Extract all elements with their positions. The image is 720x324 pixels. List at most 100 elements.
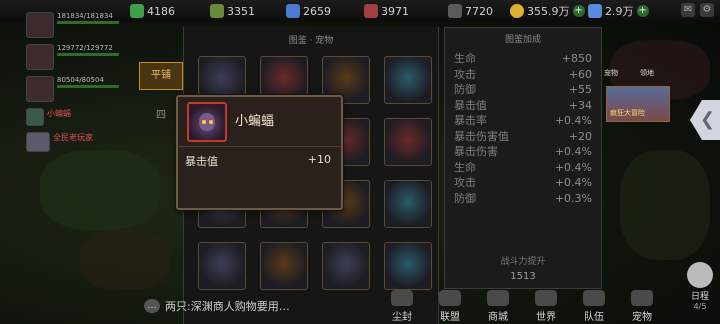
resource-food[interactable]: 7720 xyxy=(448,3,493,19)
member-name: 小蝙蝠 xyxy=(47,109,71,118)
team-icon xyxy=(583,290,605,306)
bonus-value: +0.3% xyxy=(554,191,592,205)
event-banner-label: 疯狂大冒险 xyxy=(610,109,645,117)
member-hp-text: 80504/80504 xyxy=(57,76,104,84)
bonus-row: 防御 +55 xyxy=(445,82,601,98)
bonus-row: 攻击 +60 xyxy=(445,67,601,83)
bonus-label: 防御 xyxy=(454,191,476,205)
resource-value: 355.9万 xyxy=(527,5,570,18)
power-value: 1513 xyxy=(510,271,536,282)
side-label-pet[interactable]: 宠物 xyxy=(604,68,618,78)
bonus-row: 暴击率 +0.4% xyxy=(445,113,601,129)
avatar xyxy=(26,76,54,102)
mail-icon[interactable]: ✉ xyxy=(681,3,695,17)
daily-schedule[interactable]: 日程 4/5 xyxy=(684,262,716,314)
bonus-label: 攻击 xyxy=(454,176,476,189)
resource-crystal[interactable]: 2659 xyxy=(286,3,331,19)
member-hp-text: 181834/181834 xyxy=(57,12,113,20)
member-name: 全民老玩家 xyxy=(53,133,93,142)
bonus-row: 暴击伤害值 +20 xyxy=(445,129,601,145)
team-member[interactable]: 129772/129772 xyxy=(26,44,126,70)
chat-bar[interactable]: … 两只:深渊商人购物要用… xyxy=(144,298,290,314)
nav-label: 联盟 xyxy=(440,312,460,323)
resource-gold[interactable]: 355.9万 + xyxy=(510,3,585,19)
nav-alliance[interactable]: 联盟 xyxy=(428,290,472,324)
resource-wood[interactable]: 3351 xyxy=(210,3,255,19)
resource-value: 3351 xyxy=(227,4,255,18)
bonus-label: 暴击值 xyxy=(454,98,487,112)
alliance-icon xyxy=(439,290,461,306)
resource-diamond[interactable]: 2.9万 + xyxy=(588,3,649,19)
tooltip-pet-name: 小蝙蝠 xyxy=(235,114,275,129)
pet-slot[interactable] xyxy=(384,242,432,290)
team-list: 181834/181834 129772/129772 80504/80504 … xyxy=(26,12,126,158)
diamond-icon xyxy=(588,4,602,18)
nav-pet[interactable]: 宠物 xyxy=(620,290,664,324)
settings-icon[interactable]: ⚙ xyxy=(700,3,714,17)
bonus-label: 攻击 xyxy=(454,67,476,81)
gold-coin-icon xyxy=(510,4,524,18)
tooltip-stat-label: 暴击值 xyxy=(185,155,218,168)
pet-slot[interactable] xyxy=(322,242,370,290)
bonus-row: 防御 +0.3% xyxy=(445,191,601,207)
schedule-progress: 4/5 xyxy=(693,302,707,311)
avatar xyxy=(26,44,54,70)
bonus-row: 暴击伤害 +0.4% xyxy=(445,144,601,160)
pet-tooltip: 小蝙蝠 暴击值 +10 xyxy=(176,95,343,210)
member-info: 129772/129772 xyxy=(57,44,119,56)
bonus-row: 生命 +0.4% xyxy=(445,160,601,176)
pet-slot[interactable] xyxy=(260,242,308,290)
pet-slot[interactable] xyxy=(198,242,246,290)
food-icon xyxy=(448,4,462,18)
ore-icon xyxy=(364,4,378,18)
bonus-label: 暴击伤害 xyxy=(454,145,498,158)
resource-value: 4186 xyxy=(147,4,175,18)
avatar xyxy=(26,12,54,38)
side-label-territory[interactable]: 领地 xyxy=(640,68,654,78)
team-member[interactable]: 小蝙蝠 xyxy=(26,108,126,126)
add-gold-button[interactable]: + xyxy=(572,5,585,17)
resource-gem[interactable]: 4186 xyxy=(130,3,175,19)
shop-icon xyxy=(487,290,509,306)
bonus-title: 图鉴加成 xyxy=(504,35,541,45)
panel-title: 图鉴 · 宠物 xyxy=(288,36,334,46)
pet-slot[interactable] xyxy=(384,180,432,228)
team-member[interactable]: 全民老玩家 xyxy=(26,132,126,152)
gem-icon xyxy=(130,4,144,18)
sealed-icon xyxy=(391,290,413,306)
bonus-label: 生命 xyxy=(454,52,476,65)
chat-message: 两只:深渊商人购物要用… xyxy=(165,300,290,313)
top-right-icons: ✉ ⚙ xyxy=(681,3,714,17)
bonus-value: +0.4% xyxy=(554,114,592,127)
bonus-value: +20 xyxy=(568,129,592,143)
nav-team[interactable]: 队伍 xyxy=(572,290,616,324)
bonus-value: +34 xyxy=(568,98,592,112)
power-boost: 战斗力提升 1513 xyxy=(445,254,601,282)
resource-ore[interactable]: 3971 xyxy=(364,3,409,19)
team-member[interactable]: 181834/181834 xyxy=(26,12,126,38)
crystal-icon xyxy=(286,4,300,18)
tab-tile[interactable]: 平铺 xyxy=(139,62,183,90)
bonus-row: 生命 +850 xyxy=(445,51,601,67)
team-member[interactable]: 80504/80504 xyxy=(26,76,126,102)
nav-world[interactable]: 世界 xyxy=(524,290,568,324)
schedule-icon xyxy=(687,262,713,288)
pet-slot[interactable] xyxy=(384,56,432,104)
bonus-label: 防御 xyxy=(454,83,476,96)
nav-label: 世界 xyxy=(536,312,556,323)
tooltip-stat-row: 暴击值 +10 xyxy=(185,153,331,169)
pet-slot[interactable] xyxy=(384,118,432,166)
bonus-value: +55 xyxy=(568,83,592,96)
bonus-list: 生命 +850 攻击 +60 防御 +55 暴击值 +34 暴击率 +0.4% 暴击伤害值… xyxy=(445,51,601,206)
nav-sealed[interactable]: 尘封 xyxy=(380,290,424,324)
tooltip-stat-value: +10 xyxy=(307,153,331,166)
hp-bar xyxy=(57,53,119,56)
resource-value: 2.9万 xyxy=(605,5,634,18)
resource-value: 7720 xyxy=(465,4,493,18)
world-icon xyxy=(535,290,557,306)
bat-eye xyxy=(202,120,206,124)
nav-shop[interactable]: 商城 xyxy=(476,290,520,324)
add-diamond-button[interactable]: + xyxy=(636,5,649,17)
pet-icon xyxy=(631,290,653,306)
nav-label: 队伍 xyxy=(584,312,604,323)
